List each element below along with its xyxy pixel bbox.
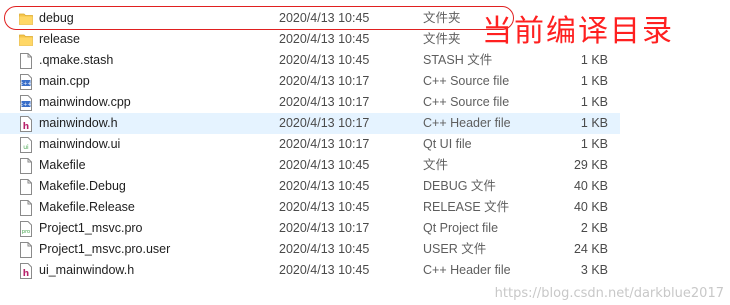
file-size: 1 KB [580,53,608,67]
file-size: 40 KB [573,200,608,214]
file-date: 2020/4/13 10:17 [279,137,370,151]
file-date: 2020/4/13 10:45 [279,200,370,214]
file-size: 24 KB [573,242,608,256]
file-name: Project1_msvc.pro.user [39,242,171,256]
file-size: 1 KB [580,116,608,130]
file-date: 2020/4/13 10:45 [279,11,370,25]
file-size: 29 KB [573,158,608,172]
svg-text:c++: c++ [20,102,31,108]
file-type: C++ Source file [423,74,510,88]
file-icon [19,53,33,69]
file-date: 2020/4/13 10:45 [279,263,370,277]
file-size: 1 KB [580,137,608,151]
file-row[interactable]: Makefile.Debug 2020/4/13 10:45 DEBUG 文件 40 … [0,176,620,197]
file-row[interactable]: h mainwindow.h 2020/4/13 10:17 C++ Header f… [0,113,620,134]
file-date: 2020/4/13 10:45 [279,32,370,46]
file-type: Qt Project file [423,221,499,235]
file-name: ui_mainwindow.h [39,263,135,277]
folder-icon [19,32,33,48]
file-row[interactable]: Project1_msvc.pro.user 2020/4/13 10:45 USE… [0,239,620,260]
file-date: 2020/4/13 10:45 [279,53,370,67]
file-name: Project1_msvc.pro [39,221,143,235]
file-type: C++ Header file [423,116,511,130]
cpp-file-icon: c++ [19,95,33,111]
folder-icon [19,11,33,27]
file-name: Makefile.Release [39,200,135,214]
cpp-file-icon: c++ [19,74,33,90]
file-row[interactable]: h ui_mainwindow.h 2020/4/13 10:45 C++ Heade… [0,260,620,281]
svg-text:pro: pro [22,229,30,235]
header-file-icon: h [19,263,33,279]
file-date: 2020/4/13 10:17 [279,95,370,109]
file-type: 文件夹 [423,11,461,25]
file-type: Qt UI file [423,137,472,151]
svg-text:h: h [23,269,29,279]
file-row[interactable]: Makefile 2020/4/13 10:45 文件 29 KB [0,155,620,176]
file-date: 2020/4/13 10:45 [279,158,370,172]
file-type: RELEASE 文件 [423,200,510,214]
qt-project-file-icon: pro [19,221,33,237]
file-name: mainwindow.h [39,116,118,130]
file-date: 2020/4/13 10:45 [279,179,370,193]
file-type: STASH 文件 [423,53,493,67]
file-type: C++ Source file [423,95,510,109]
file-date: 2020/4/13 10:17 [279,116,370,130]
file-type: 文件夹 [423,32,461,46]
svg-text:ui: ui [23,144,29,151]
header-file-icon: h [19,116,33,132]
file-size: 1 KB [580,95,608,109]
file-name: mainwindow.ui [39,137,121,151]
file-name: main.cpp [39,74,90,88]
file-type: 文件 [423,158,449,172]
svg-text:c++: c++ [20,81,31,87]
file-date: 2020/4/13 10:17 [279,221,370,235]
file-name: debug [39,11,74,25]
file-name: .qmake.stash [39,53,114,67]
file-size: 40 KB [573,179,608,193]
file-type: C++ Header file [423,263,511,277]
file-type: USER 文件 [423,242,487,256]
file-row[interactable]: c++ mainwindow.cpp 2020/4/13 10:17 C++ Sour… [0,92,620,113]
file-name: mainwindow.cpp [39,95,131,109]
file-icon [19,179,33,195]
annotation-text: 当前编译目录 [482,14,674,49]
file-icon [19,158,33,174]
file-size: 1 KB [580,74,608,88]
file-icon [19,200,33,216]
file-name: Makefile [39,158,86,172]
file-row[interactable]: Makefile.Release 2020/4/13 10:45 RELEASE 文… [0,197,620,218]
file-name: release [39,32,80,46]
file-type: DEBUG 文件 [423,179,496,193]
file-row[interactable]: pro Project1_msvc.pro 2020/4/13 10:17 Qt Pr… [0,218,620,239]
file-row[interactable]: c++ main.cpp 2020/4/13 10:17 C++ Source fil… [0,71,620,92]
qt-ui-file-icon: ui [19,137,33,153]
svg-text:h: h [23,122,29,132]
file-icon [19,242,33,258]
file-row[interactable]: .qmake.stash 2020/4/13 10:45 STASH 文件 1 KB [0,50,620,71]
file-row[interactable]: ui mainwindow.ui 2020/4/13 10:17 Qt UI file… [0,134,620,155]
file-size: 2 KB [580,221,608,235]
file-size: 3 KB [580,263,608,277]
file-date: 2020/4/13 10:45 [279,242,370,256]
watermark: https://blog.csdn.net/darkblue2017 [494,286,724,301]
file-date: 2020/4/13 10:17 [279,74,370,88]
file-name: Makefile.Debug [39,179,126,193]
